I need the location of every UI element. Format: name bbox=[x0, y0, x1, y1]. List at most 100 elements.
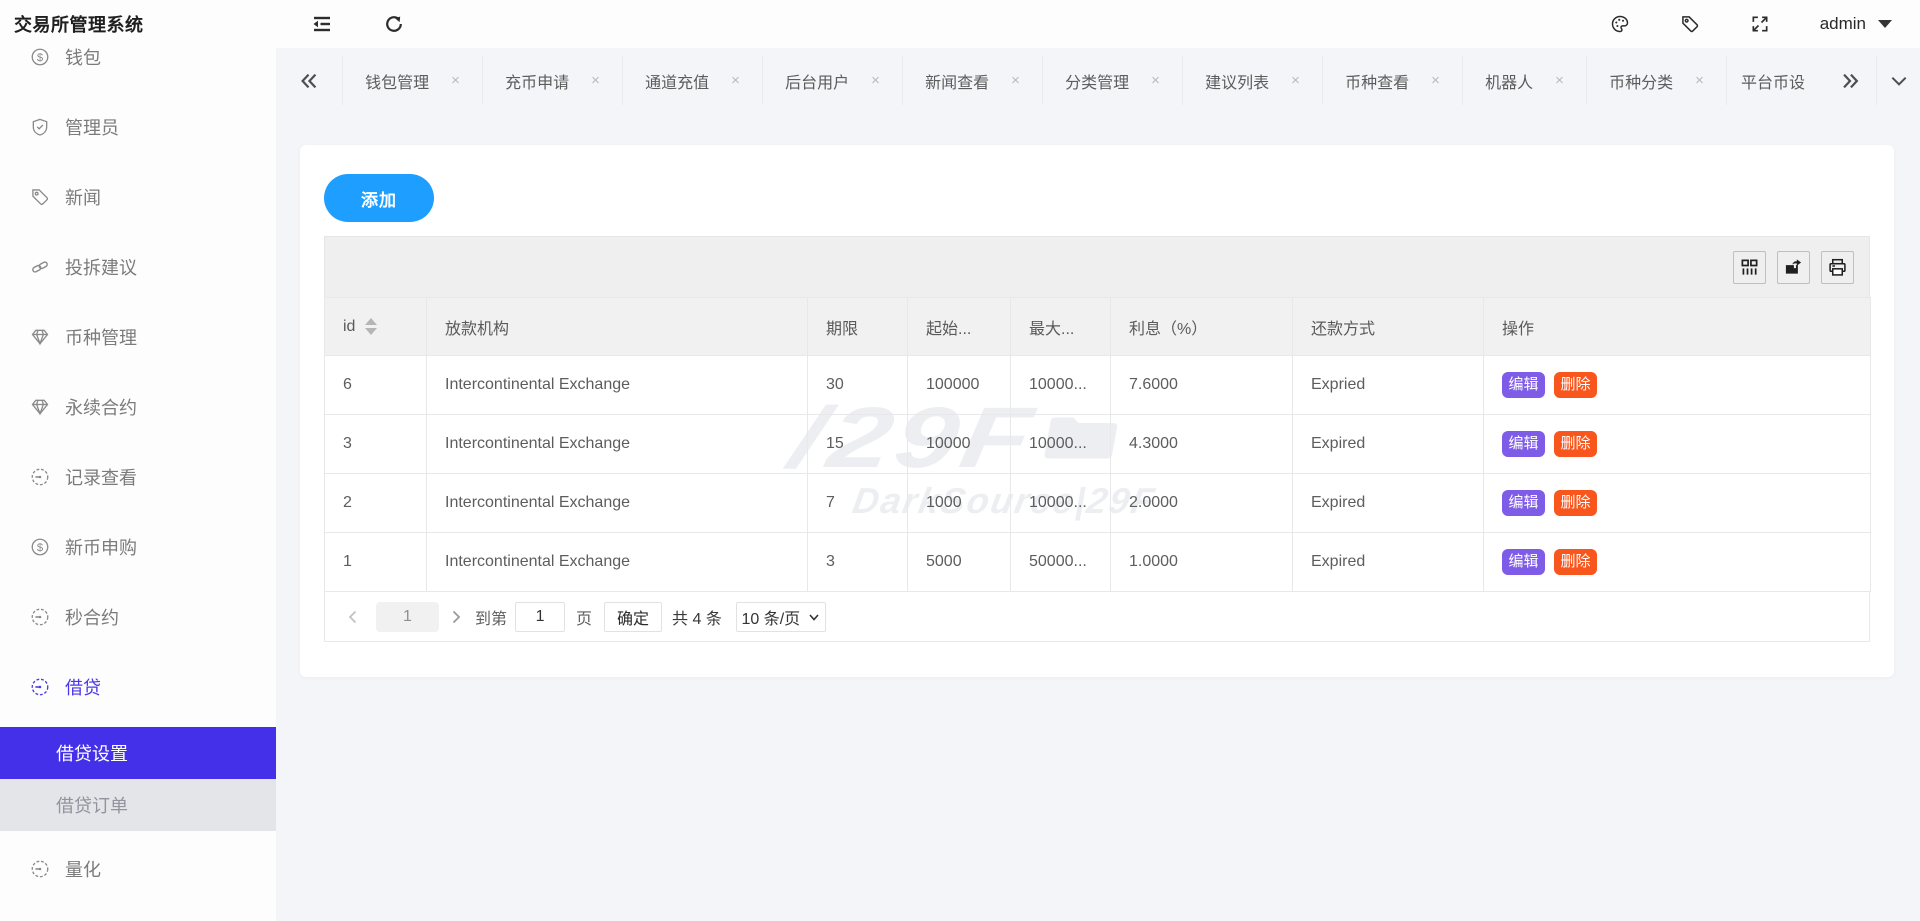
prev-page-button[interactable] bbox=[340, 610, 366, 624]
tabs-dropdown-toggle[interactable] bbox=[1877, 56, 1920, 105]
cell-actions: 编辑删除 bbox=[1484, 356, 1871, 415]
sidebar-subitem-借贷设置[interactable]: 借贷设置 bbox=[0, 727, 276, 779]
tab-充币申请[interactable]: 充币申请 × bbox=[483, 56, 623, 105]
cell-id: 6 bbox=[325, 356, 427, 415]
tab-label: 建议列表 bbox=[1205, 69, 1269, 93]
content-card: 添加 / 29F DarkSource|29F bbox=[300, 145, 1894, 677]
current-page[interactable]: 1 bbox=[376, 602, 439, 632]
chevron-right-icon bbox=[449, 610, 463, 624]
total-count-label: 共 4 条 bbox=[672, 605, 722, 629]
cell-repay: Expired bbox=[1293, 415, 1484, 474]
sidebar-item-借贷[interactable]: 借贷 bbox=[0, 652, 276, 722]
tab-通道充值[interactable]: 通道充值× bbox=[623, 56, 763, 105]
delete-button[interactable]: 删除 bbox=[1554, 490, 1597, 516]
tab-close-icon[interactable]: × bbox=[1291, 73, 1300, 88]
tab-平台币设[interactable]: 平台币设 bbox=[1727, 56, 1823, 105]
cell-repay: Expired bbox=[1293, 474, 1484, 533]
tab-close-icon[interactable]: × bbox=[871, 73, 880, 88]
sidebar-item-永续合约[interactable]: 永续合约 bbox=[0, 372, 276, 442]
tab-label: 机器人 bbox=[1485, 69, 1533, 93]
tab-建议列表[interactable]: 建议列表 × bbox=[1183, 56, 1323, 105]
sidebar-item-记录查看[interactable]: 记录查看 bbox=[0, 442, 276, 512]
tab-close-icon[interactable]: × bbox=[731, 73, 740, 88]
refresh-icon[interactable] bbox=[384, 14, 404, 34]
columns-filter-button[interactable] bbox=[1733, 251, 1766, 284]
sidebar-item-币种管理[interactable]: 币种管理 bbox=[0, 302, 276, 372]
tab-币种分类[interactable]: 币种分类× bbox=[1587, 56, 1727, 105]
confirm-page-button[interactable]: 确定 bbox=[604, 602, 662, 632]
sidebar-item-秒合约[interactable]: 秒合约 bbox=[0, 582, 276, 652]
cell-id: 3 bbox=[325, 415, 427, 474]
export-button[interactable] bbox=[1777, 251, 1810, 284]
print-button[interactable] bbox=[1821, 251, 1854, 284]
gem-icon bbox=[30, 397, 50, 417]
delete-button[interactable]: 删除 bbox=[1554, 431, 1597, 457]
gauge-icon bbox=[30, 677, 50, 697]
tag-icon[interactable] bbox=[1680, 14, 1700, 34]
tabs-scroll-right[interactable] bbox=[1823, 56, 1877, 105]
sidebar-subitem-label: 借贷设置 bbox=[56, 740, 128, 766]
edit-button[interactable]: 编辑 bbox=[1502, 490, 1545, 516]
tab-label: 充币申请 bbox=[505, 69, 569, 93]
cell-org: Intercontinental Exchange bbox=[427, 356, 808, 415]
tab-close-icon[interactable]: × bbox=[1151, 73, 1160, 88]
edit-button[interactable]: 编辑 bbox=[1502, 549, 1545, 575]
column-header-label: 起始... bbox=[926, 315, 971, 339]
next-page-button[interactable] bbox=[443, 610, 469, 624]
tab-币种查看[interactable]: 币种查看× bbox=[1323, 56, 1463, 105]
sidebar: $钱包管理员新闻投拆建议币种管理永续合约记录查看$新币申购秒合约借贷借贷设置借贷… bbox=[0, 0, 276, 921]
add-button[interactable]: 添加 bbox=[324, 174, 434, 222]
gem-icon bbox=[30, 327, 50, 347]
fullscreen-icon[interactable] bbox=[1750, 14, 1770, 34]
cell-id: 2 bbox=[325, 474, 427, 533]
tab-close-icon[interactable]: × bbox=[1555, 73, 1564, 88]
tab-新闻查看[interactable]: 新闻查看× bbox=[903, 56, 1043, 105]
user-name: admin bbox=[1820, 14, 1866, 34]
sidebar-item-管理员[interactable]: 管理员 bbox=[0, 92, 276, 162]
sidebar-item-投拆建议[interactable]: 投拆建议 bbox=[0, 232, 276, 302]
edit-button[interactable]: 编辑 bbox=[1502, 372, 1545, 398]
sidebar-item-新闻[interactable]: 新闻 bbox=[0, 162, 276, 232]
sidebar-subitem-借贷订单[interactable]: 借贷订单 bbox=[0, 779, 276, 831]
tab-机器人[interactable]: 机器人 × bbox=[1463, 56, 1587, 105]
user-menu[interactable]: admin bbox=[1820, 14, 1892, 34]
table-row: 1Intercontinental Exchange3500050000...1… bbox=[325, 533, 1871, 592]
sidebar-item-量化[interactable]: 量化 bbox=[0, 834, 276, 904]
sidebar-subitem-label: 借贷订单 bbox=[56, 792, 128, 818]
tab-分类管理[interactable]: 分类管理× bbox=[1043, 56, 1183, 105]
cell-max: 10000... bbox=[1011, 474, 1111, 533]
tab-后台用户[interactable]: 后台用户× bbox=[763, 56, 903, 105]
tab-钱包管理[interactable]: 钱包管理× bbox=[343, 56, 483, 105]
goto-page-input[interactable] bbox=[515, 602, 565, 632]
cell-id: 1 bbox=[325, 533, 427, 592]
theme-palette-icon[interactable] bbox=[1610, 14, 1630, 34]
column-header-label: 利息（%） bbox=[1129, 315, 1207, 339]
gauge-icon bbox=[30, 607, 50, 627]
cell-max: 10000... bbox=[1011, 356, 1111, 415]
export-icon bbox=[1784, 258, 1803, 277]
gauge-icon bbox=[30, 859, 50, 879]
tabs-scroll-left[interactable] bbox=[276, 56, 343, 105]
sidebar-item-新币申购[interactable]: $新币申购 bbox=[0, 512, 276, 582]
tab-close-icon[interactable]: × bbox=[1011, 73, 1020, 88]
sort-caret-icon[interactable] bbox=[365, 318, 377, 335]
column-header-id[interactable]: id bbox=[325, 298, 427, 356]
delete-button[interactable]: 删除 bbox=[1554, 372, 1597, 398]
edit-button[interactable]: 编辑 bbox=[1502, 431, 1545, 457]
delete-button[interactable]: 删除 bbox=[1554, 549, 1597, 575]
goto-prefix-label: 到第 bbox=[475, 605, 507, 629]
column-header-还款方式: 还款方式 bbox=[1293, 298, 1484, 356]
goto-suffix-label: 页 bbox=[576, 605, 592, 629]
tab-close-icon[interactable]: × bbox=[1695, 73, 1704, 88]
chevron-down-icon bbox=[1889, 71, 1909, 91]
coin-icon: $ bbox=[30, 537, 50, 557]
sidebar-item-label: 永续合约 bbox=[65, 394, 137, 420]
cell-org: Intercontinental Exchange bbox=[427, 415, 808, 474]
tab-close-icon[interactable]: × bbox=[1431, 73, 1440, 88]
column-header-label: 操作 bbox=[1502, 315, 1534, 339]
tab-close-icon[interactable]: × bbox=[451, 73, 460, 88]
page-size-select[interactable]: 10 条/页 bbox=[736, 602, 826, 632]
menu-fold-icon[interactable] bbox=[312, 14, 332, 34]
tab-close-icon[interactable]: × bbox=[591, 73, 600, 88]
cell-term: 15 bbox=[808, 415, 908, 474]
